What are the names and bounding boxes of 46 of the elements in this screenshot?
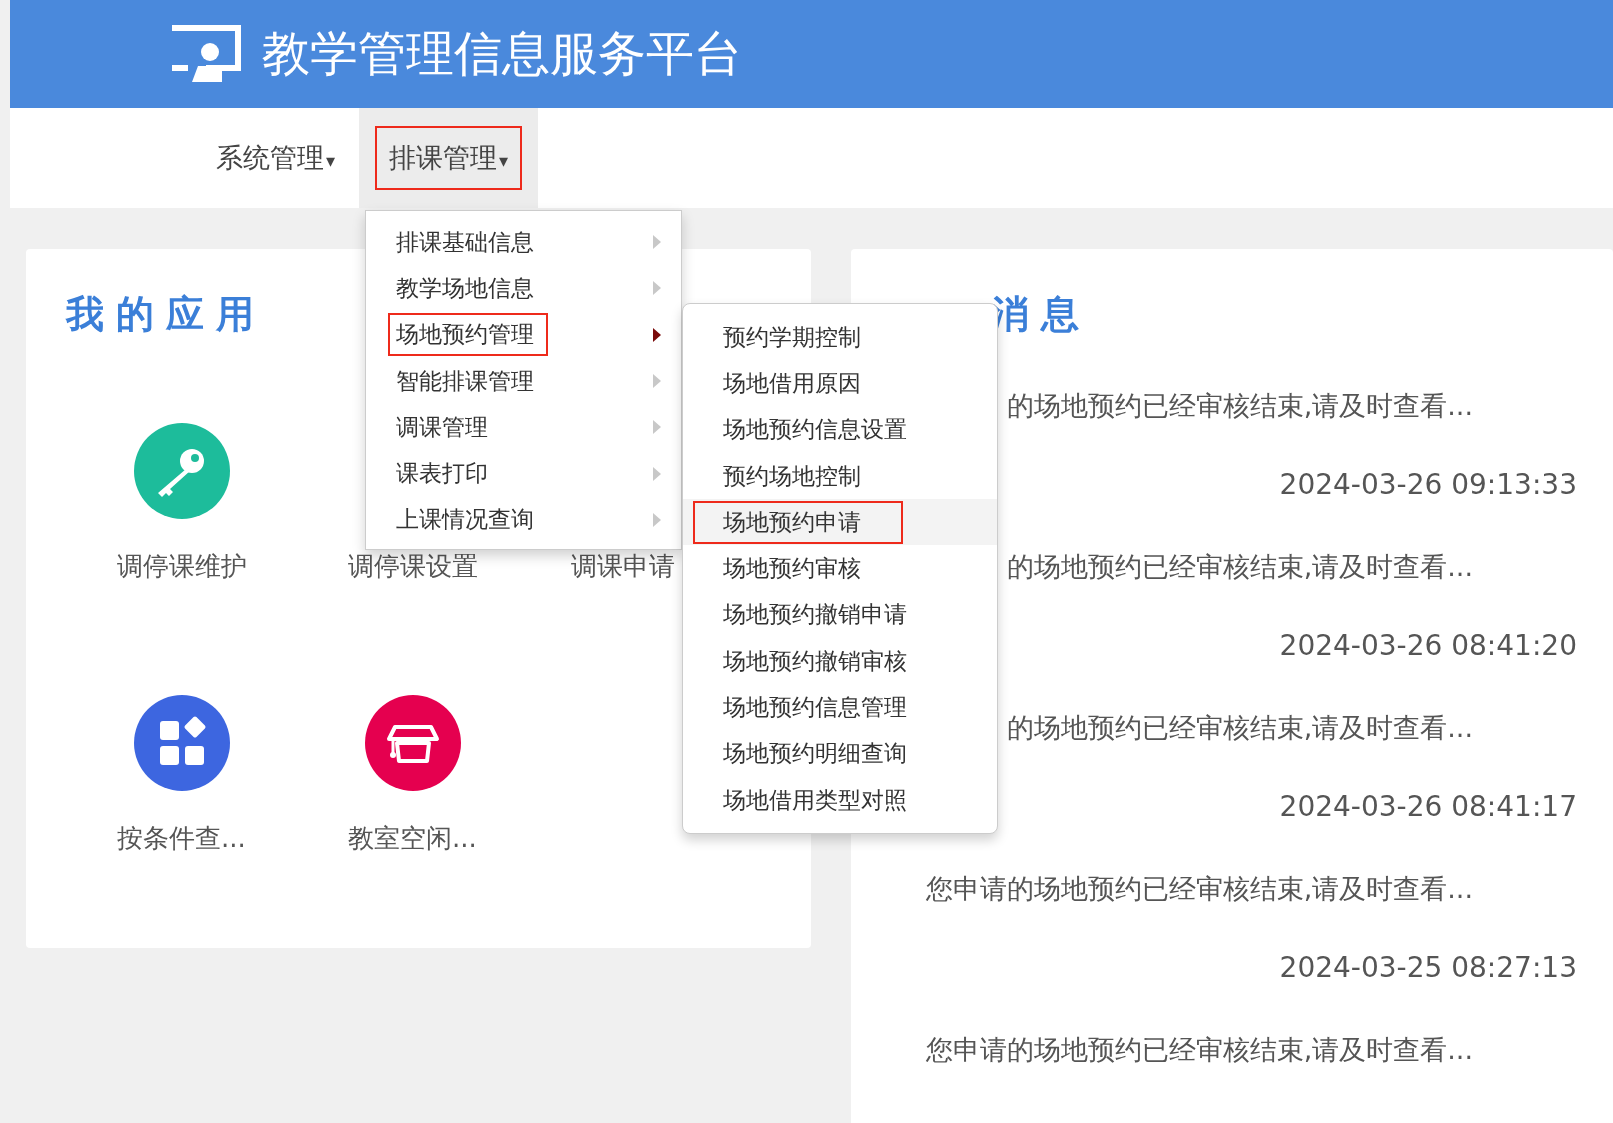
menu-item[interactable]: 调课管理 (366, 404, 681, 451)
message-text[interactable]: 您申请的场地预约已经审核结束,请及时查看... (925, 1032, 1473, 1068)
chevron-right-icon (653, 235, 661, 250)
menu-item[interactable]: 排课基础信息 (366, 219, 681, 266)
submenu-item[interactable]: 预约学期控制 (683, 314, 997, 361)
card-title: 我的应用 (66, 291, 266, 338)
message-time: 2024-03-26 08:41:20 (1279, 629, 1577, 662)
graduation-cap-icon[interactable] (364, 695, 461, 791)
submenu-item[interactable]: 场地预约信息管理 (683, 684, 997, 731)
message-time: 2024-03-25 08:27:13 (1279, 951, 1577, 984)
chevron-right-icon (653, 327, 661, 342)
menu-item[interactable]: 场地预约管理 (366, 311, 681, 358)
key-icon[interactable] (133, 423, 230, 519)
app-label[interactable]: 调停课设置 (347, 549, 478, 584)
chevron-right-icon (653, 374, 661, 389)
nav-menu-item[interactable]: 排课管理▾ (359, 108, 539, 208)
submenu-item[interactable]: 场地预约申请 (683, 499, 997, 546)
chevron-right-icon (653, 466, 661, 481)
submenu-item[interactable]: 场地预约明细查询 (683, 730, 997, 777)
message-text[interactable]: 的场地预约已经审核结束,请及时查看... (1006, 388, 1473, 424)
apps-grid-icon[interactable] (133, 695, 230, 791)
message-text[interactable]: 的场地预约已经审核结束,请及时查看... (1006, 549, 1473, 585)
menu-item[interactable]: 智能排课管理 (366, 357, 681, 405)
menu-item[interactable]: 教学场地信息 (366, 265, 681, 312)
submenu-item[interactable]: 场地预约撤销审核 (683, 638, 997, 685)
nav-menu-item[interactable]: 系统管理▾ (192, 108, 360, 208)
chevron-right-icon (653, 281, 661, 296)
submenu-item[interactable]: 预约场地控制 (683, 452, 997, 500)
message-text[interactable]: 的场地预约已经审核结束,请及时查看... (1006, 710, 1473, 746)
app-title: 教学管理信息服务平台 (262, 24, 742, 83)
submenu-item[interactable]: 场地借用类型对照 (683, 776, 997, 824)
menu-item[interactable]: 上课情况查询 (366, 496, 681, 544)
message-time: 2024-03-26 09:13:33 (1279, 468, 1577, 501)
app-label[interactable]: 教室空闲... (348, 821, 477, 856)
submenu-item[interactable]: 场地预约信息设置 (683, 406, 997, 453)
submenu-item[interactable]: 场地预约撤销申请 (683, 591, 997, 639)
menu-item[interactable]: 课表打印 (366, 450, 681, 497)
submenu-item[interactable]: 场地借用原因 (683, 360, 997, 407)
app-label[interactable]: 按条件查... (117, 821, 246, 856)
chevron-right-icon (653, 512, 661, 527)
app-label[interactable]: 调课申请 (571, 549, 675, 584)
app-label[interactable]: 调停课维护 (116, 549, 247, 584)
submenu-item[interactable]: 场地预约审核 (683, 545, 997, 592)
message-time: 2024-03-26 08:41:17 (1279, 790, 1577, 823)
chevron-right-icon (653, 420, 661, 435)
message-text[interactable]: 您申请的场地预约已经审核结束,请及时查看... (925, 871, 1473, 907)
